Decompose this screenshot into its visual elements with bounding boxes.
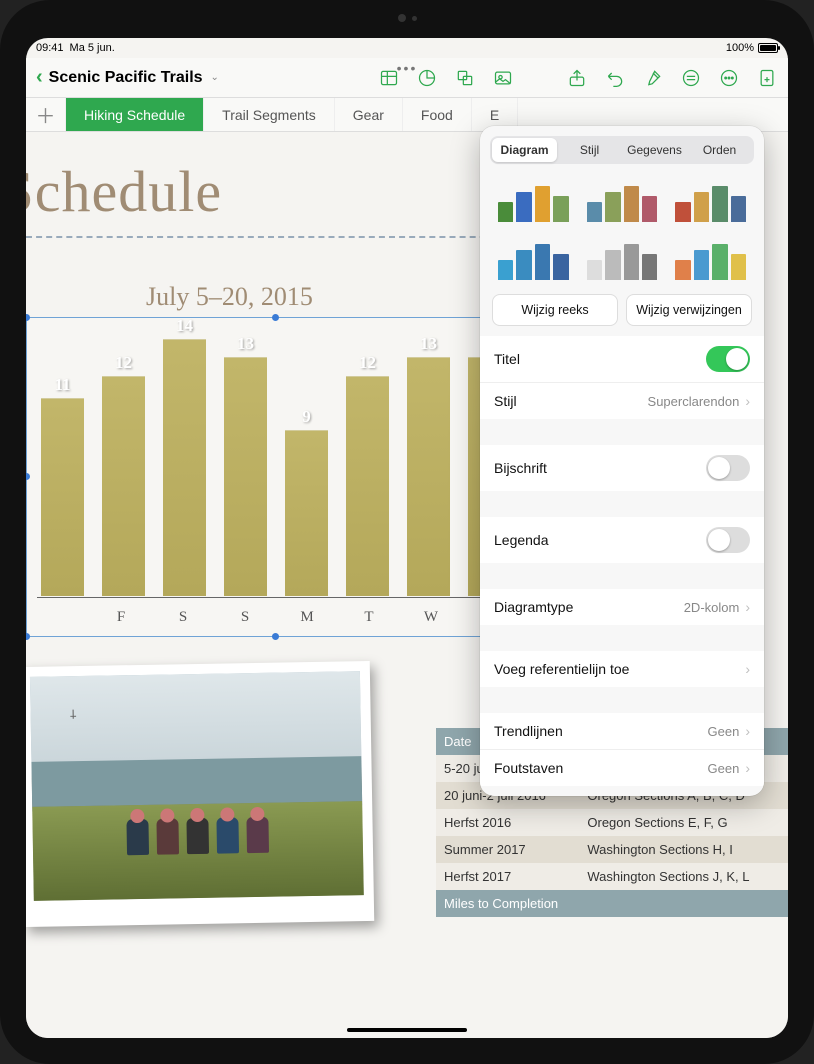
insert-shape-icon[interactable] [454, 67, 476, 89]
style-row[interactable]: Stijl Superclarendon› [480, 382, 764, 419]
chart-type-row[interactable]: Diagramtype 2D-kolom› [480, 589, 764, 625]
home-indicator[interactable] [347, 1028, 467, 1032]
format-brush-icon[interactable] [642, 67, 664, 89]
tab-hiking-schedule[interactable]: Hiking Schedule [66, 98, 204, 131]
title-dropdown-icon[interactable]: ⌄ [211, 72, 219, 83]
chart-style-grid [480, 174, 764, 294]
tab-gegevens[interactable]: Gegevens [622, 138, 687, 162]
status-bar: 09:41 Ma 5 jun. 100% [26, 38, 788, 58]
tab-diagram[interactable]: Diagram [492, 138, 557, 162]
table-row: Herfst 2017Washington Sections J, K, L [436, 863, 788, 890]
caption-toggle[interactable] [706, 455, 750, 481]
bar-value: 12 [115, 353, 132, 373]
tab-gear[interactable]: Gear [335, 98, 403, 131]
selection-handle[interactable] [272, 633, 279, 640]
table-row: Summer 2017Washington Sections H, I [436, 836, 788, 863]
legend-toggle[interactable] [706, 527, 750, 553]
selection-handle[interactable] [26, 633, 30, 640]
new-sheet-icon[interactable] [756, 67, 778, 89]
document-title[interactable]: Scenic Pacific Trails [49, 69, 203, 87]
status-time: 09:41 [36, 42, 64, 54]
chart-bars: 11 12 14 13 9 12 13 13 [37, 328, 515, 596]
title-row: Titel [480, 336, 764, 382]
multitask-dots-icon[interactable]: ••• [397, 60, 418, 76]
chart-style-thumb[interactable] [583, 236, 662, 284]
chart-style-thumb[interactable] [494, 178, 573, 226]
title-toggle[interactable] [706, 346, 750, 372]
page-title: g Schedule [26, 158, 222, 225]
table-row: Herfst 2016Oregon Sections E, F, G [436, 809, 788, 836]
chart-title: July 5–20, 2015 [146, 282, 313, 312]
selection-handle[interactable] [26, 473, 30, 480]
chart-style-thumb[interactable] [494, 236, 573, 284]
selection-handle[interactable] [272, 314, 279, 321]
bar-value: 9 [302, 407, 311, 427]
format-popover: Diagram Stijl Gegevens Orden Wijzig reek… [480, 126, 764, 796]
tab-trail-segments[interactable]: Trail Segments [204, 98, 335, 131]
selection-handle[interactable] [26, 314, 30, 321]
selected-chart[interactable]: 11 12 14 13 9 12 13 13 F S S M T [26, 317, 526, 637]
bar-value: 12 [359, 353, 376, 373]
status-date: Ma 5 jun. [70, 42, 115, 54]
add-reference-line-row[interactable]: Voeg referentielijn toe › [480, 651, 764, 687]
title-divider [26, 236, 516, 238]
back-button[interactable]: ‹ [36, 66, 43, 89]
legend-row: Legenda [480, 517, 764, 563]
insert-media-icon[interactable] [492, 67, 514, 89]
x-axis-labels: F S S M T W [37, 609, 515, 626]
battery-percent: 100% [726, 42, 754, 54]
add-sheet-button[interactable]: ＋ [26, 98, 66, 131]
photo-image: 𐕣 [30, 671, 364, 901]
share-icon[interactable] [566, 67, 588, 89]
chart-style-thumb[interactable] [671, 236, 750, 284]
tab-food[interactable]: Food [403, 98, 472, 131]
bar-value: 13 [237, 334, 254, 354]
more-icon[interactable] [718, 67, 740, 89]
photo-card[interactable]: 𐕣 [26, 661, 374, 927]
battery-icon [758, 43, 778, 53]
edit-references-button[interactable]: Wijzig verwijzingen [626, 294, 752, 326]
edit-series-button[interactable]: Wijzig reeks [492, 294, 618, 326]
trendlines-row[interactable]: Trendlijnen Geen› [480, 713, 764, 749]
bar-value: 14 [176, 316, 193, 336]
chart-style-thumb[interactable] [583, 178, 662, 226]
insert-chart-icon[interactable] [416, 67, 438, 89]
undo-icon[interactable] [604, 67, 626, 89]
tab-stijl[interactable]: Stijl [557, 138, 622, 162]
x-axis-line [37, 597, 515, 598]
error-bars-row[interactable]: Foutstaven Geen› [480, 749, 764, 786]
popover-tabs: Diagram Stijl Gegevens Orden [490, 136, 754, 164]
bar-value: 11 [54, 375, 70, 395]
tab-orden[interactable]: Orden [687, 138, 752, 162]
bar-value: 13 [420, 334, 437, 354]
chart-style-thumb[interactable] [671, 178, 750, 226]
view-options-icon[interactable] [680, 67, 702, 89]
table-footer-row: Miles to Completion [436, 890, 788, 917]
caption-row: Bijschrift [480, 445, 764, 491]
